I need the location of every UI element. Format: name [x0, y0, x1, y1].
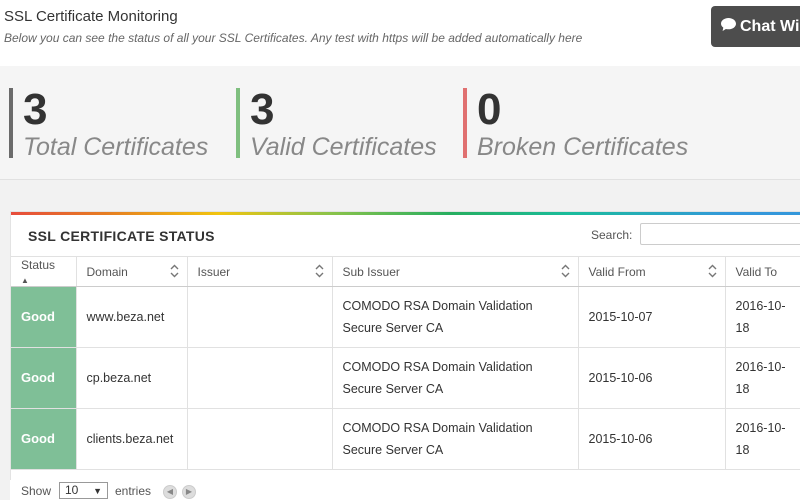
table-header-row: Status ▲ Domain Issuer Sub Issuer Valid …	[11, 256, 800, 287]
chat-button-label: Chat Wi	[740, 18, 800, 35]
sub-issuer-cell: COMODO RSA Domain Validation Secure Serv…	[332, 347, 579, 409]
issuer-cell	[187, 408, 333, 470]
sub-issuer-cell: COMODO RSA Domain Validation Secure Serv…	[332, 408, 579, 470]
table-footer: Show 10 ▼ entries ◀ ▶	[10, 480, 800, 500]
col-header-valid-from-label: Valid From	[588, 264, 646, 279]
col-header-status[interactable]: Status ▲	[11, 256, 77, 287]
chevron-left-icon: ◀	[166, 487, 174, 496]
sort-icon	[561, 264, 569, 278]
col-header-valid-to[interactable]: Valid To	[725, 256, 800, 287]
ssl-status-panel: SSL CERTIFICATE STATUS Search: Status ▲ …	[10, 211, 800, 500]
stat-broken-value: 0	[477, 85, 502, 134]
col-header-valid-from[interactable]: Valid From	[578, 256, 726, 287]
panel-title: SSL CERTIFICATE STATUS	[28, 228, 215, 244]
valid-from-cell: 2015-10-06	[578, 408, 726, 470]
issuer-cell	[187, 286, 333, 348]
stat-total: 3 Total Certificates	[9, 85, 208, 161]
show-label: Show	[21, 484, 52, 498]
status-cell: Good	[11, 408, 77, 470]
valid-from-cell: 2015-10-07	[578, 286, 726, 348]
domain-cell: cp.beza.net	[76, 347, 188, 409]
stats-bar: 3 Total Certificates 3 Valid Certificate…	[0, 66, 800, 180]
col-header-sub-issuer-label: Sub Issuer	[342, 264, 400, 279]
sort-icon	[170, 264, 178, 278]
stat-valid: 3 Valid Certificates	[236, 85, 437, 161]
sort-icon	[708, 264, 716, 278]
certificates-table: Status ▲ Domain Issuer Sub Issuer Valid …	[11, 256, 800, 470]
next-page-button[interactable]: ▶	[182, 485, 196, 499]
col-header-issuer[interactable]: Issuer	[187, 256, 333, 287]
issuer-cell	[187, 347, 333, 409]
sub-issuer-cell: COMODO RSA Domain Validation Secure Serv…	[332, 286, 579, 348]
col-header-issuer-label: Issuer	[197, 264, 231, 279]
stat-valid-value: 3	[250, 85, 275, 134]
entries-label: entries	[115, 484, 152, 498]
search-label: Search:	[591, 228, 633, 242]
valid-to-cell: 2016-10-18	[725, 286, 800, 348]
caret-down-icon: ▼	[93, 486, 102, 496]
stat-total-bar	[9, 88, 13, 158]
sort-asc-icon: ▲	[21, 275, 29, 285]
stat-valid-label: Valid Certificates	[250, 133, 437, 161]
stat-valid-bar	[236, 88, 240, 158]
panel-top-border	[11, 212, 800, 215]
col-header-status-label: Status	[21, 257, 56, 272]
status-cell: Good	[11, 286, 77, 348]
stat-total-label: Total Certificates	[23, 133, 209, 161]
domain-cell: clients.beza.net	[76, 408, 188, 470]
col-header-valid-to-label: Valid To	[735, 264, 778, 279]
page-size-select[interactable]: 10 ▼	[59, 482, 108, 499]
stat-broken: 0 Broken Certificates	[463, 85, 688, 161]
stat-total-value: 3	[23, 85, 48, 134]
chevron-right-icon: ▶	[185, 487, 193, 496]
domain-cell: www.beza.net	[76, 286, 188, 348]
page-header: SSL Certificate Monitoring Below you can…	[0, 0, 800, 66]
search-input[interactable]	[640, 223, 800, 245]
valid-to-cell: 2016-10-18	[725, 347, 800, 409]
sort-icon	[315, 264, 323, 278]
col-header-domain[interactable]: Domain	[76, 256, 188, 287]
prev-page-button[interactable]: ◀	[163, 485, 177, 499]
stat-broken-bar	[463, 88, 467, 158]
chat-button[interactable]: Chat Wi	[711, 6, 800, 47]
table-row[interactable]: Good cp.beza.net COMODO RSA Domain Valid…	[11, 347, 800, 409]
col-header-domain-label: Domain	[86, 264, 128, 279]
chat-bubble-icon	[721, 6, 736, 47]
page-size-value: 10	[65, 483, 79, 497]
valid-to-cell: 2016-10-18	[725, 408, 800, 470]
table-row[interactable]: Good www.beza.net COMODO RSA Domain Vali…	[11, 286, 800, 348]
valid-from-cell: 2015-10-06	[578, 347, 726, 409]
table-row[interactable]: Good clients.beza.net COMODO RSA Domain …	[11, 408, 800, 470]
page-title: SSL Certificate Monitoring	[4, 8, 178, 25]
col-header-sub-issuer[interactable]: Sub Issuer	[332, 256, 579, 287]
page-subtitle: Below you can see the status of all your…	[4, 31, 583, 45]
status-cell: Good	[11, 347, 77, 409]
stat-broken-label: Broken Certificates	[477, 133, 689, 161]
